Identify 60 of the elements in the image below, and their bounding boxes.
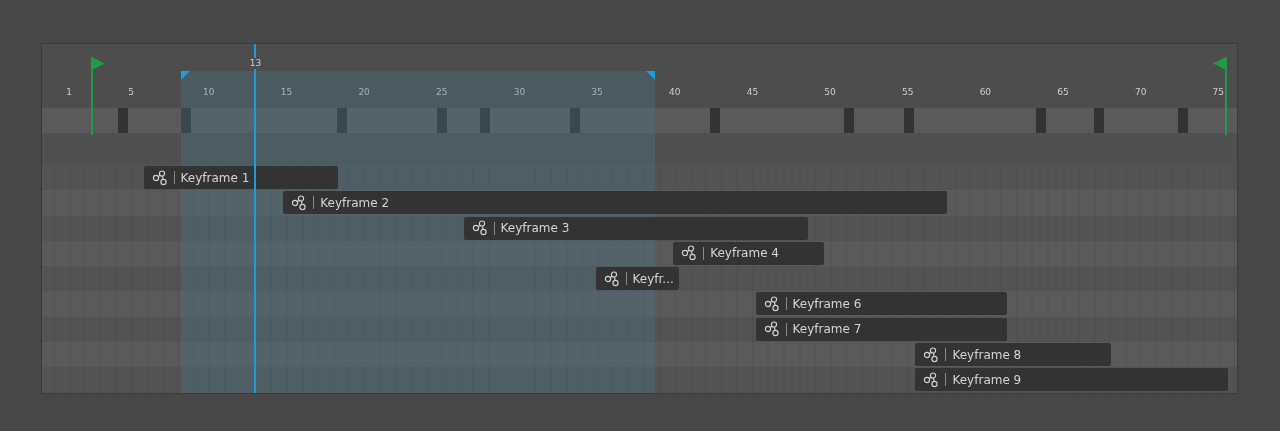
frame-number: 40 bbox=[669, 88, 681, 97]
key-marker[interactable] bbox=[1036, 108, 1047, 133]
nodes-icon bbox=[763, 296, 780, 312]
keyframe-bar[interactable]: Keyframe 1 bbox=[143, 166, 338, 189]
frame-number: 25 bbox=[436, 88, 448, 97]
key-marker[interactable] bbox=[480, 108, 491, 133]
key-marker[interactable] bbox=[1093, 108, 1104, 133]
range-end-marker-icon[interactable] bbox=[645, 71, 655, 80]
key-marker[interactable] bbox=[337, 108, 348, 133]
nodes-icon bbox=[763, 321, 780, 338]
frame-number: 10 bbox=[203, 88, 215, 97]
nodes-icon bbox=[923, 346, 940, 363]
playhead-frame: 13 bbox=[247, 58, 264, 69]
nodes-icon bbox=[923, 371, 940, 388]
keyframe-bar[interactable]: Keyframe 6 bbox=[755, 292, 1008, 316]
frame-number: 50 bbox=[824, 88, 836, 97]
nodes-icon bbox=[151, 169, 168, 186]
nodes-icon bbox=[471, 220, 488, 237]
nodes-icon bbox=[603, 270, 620, 287]
keyframe-label: Keyframe 2 bbox=[320, 194, 390, 212]
frame-number: 15 bbox=[280, 88, 293, 97]
frame-number: 45 bbox=[746, 88, 759, 97]
key-marker[interactable] bbox=[436, 108, 447, 133]
key-marker[interactable] bbox=[904, 108, 915, 133]
key-marker[interactable] bbox=[570, 108, 581, 133]
key-marker[interactable] bbox=[710, 108, 721, 133]
key-marker[interactable] bbox=[118, 108, 129, 133]
keyframe-label: Keyframe 9 bbox=[952, 371, 1022, 389]
keyframe-label: Keyframe 6 bbox=[792, 296, 862, 313]
frame-number: 5 bbox=[128, 88, 134, 97]
keyframe-bar[interactable]: Keyframe 9 bbox=[915, 368, 1228, 392]
key-marker[interactable] bbox=[180, 108, 191, 133]
frame-number: 20 bbox=[358, 88, 370, 97]
end-flag-icon[interactable] bbox=[1213, 57, 1228, 135]
keyframe-label: Keyframe 4 bbox=[710, 245, 779, 263]
frame-number: 70 bbox=[1134, 88, 1147, 97]
keyframe-bar[interactable]: Keyframe 3 bbox=[463, 216, 809, 240]
keyframe-bar[interactable]: Keyframe 7 bbox=[755, 317, 1008, 341]
range-start-marker-icon[interactable] bbox=[180, 71, 190, 80]
nodes-icon bbox=[291, 194, 308, 211]
key-marker[interactable] bbox=[1177, 108, 1188, 133]
start-flag-icon[interactable] bbox=[91, 57, 106, 135]
key-marker[interactable] bbox=[843, 108, 854, 133]
frame-number: 60 bbox=[979, 88, 992, 97]
keyframe-label: Keyfr... bbox=[632, 270, 674, 288]
keyframe-label: Keyframe 1 bbox=[180, 169, 250, 187]
nodes-icon bbox=[681, 245, 698, 262]
keyframe-bar[interactable]: Keyframe 2 bbox=[283, 191, 947, 215]
keyframe-bar[interactable]: Keyfr... bbox=[595, 267, 680, 291]
frame-number: 1 bbox=[66, 88, 72, 97]
frame-number: 75 bbox=[1212, 88, 1225, 97]
frame-number: 30 bbox=[513, 88, 526, 97]
keyframe-label: Keyframe 3 bbox=[500, 220, 570, 238]
frame-number: 55 bbox=[902, 88, 914, 97]
keyframe-label: Keyframe 7 bbox=[792, 321, 862, 339]
keyframe-bar[interactable]: Keyframe 8 bbox=[915, 343, 1112, 367]
keyframe-bar[interactable]: Keyframe 4 bbox=[673, 241, 824, 265]
keyframe-label: Keyframe 8 bbox=[952, 346, 1022, 364]
frame-number: 35 bbox=[591, 88, 603, 97]
frame-number: 65 bbox=[1057, 88, 1069, 97]
